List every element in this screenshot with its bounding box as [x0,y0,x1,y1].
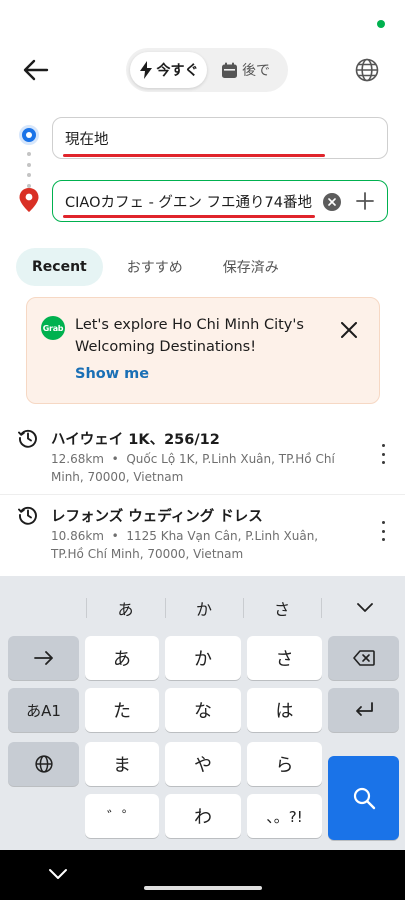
promo-card: Grab Let's explore Ho Chi Minh City's We… [26,297,380,404]
arrow-right-icon [33,651,53,665]
key-ya[interactable]: や [165,742,241,786]
chevron-down-icon [49,869,67,879]
annotation-underline [63,153,325,157]
input-mode-key[interactable]: あA1 [8,688,79,732]
show-me-link[interactable]: Show me [75,366,149,382]
key-wa[interactable]: わ [165,794,241,838]
key-ta[interactable]: た [85,688,159,732]
status-indicator-dot [377,20,385,28]
japanese-keyboard: あ か さ あ か さ あA1 た な は ま や ら ゛゜ わ 、。?! [0,576,405,850]
promo-close-button[interactable] [337,318,361,342]
search-icon [353,787,375,810]
key-ka[interactable]: か [165,636,241,680]
now-label: 今すぐ [156,63,199,79]
recent-list: ハイウェイ 1K、256/12 12.68km • Quốc Lộ 1K, P.… [0,418,405,570]
backspace-key[interactable] [328,636,399,680]
arrow-left-icon [23,59,49,81]
hide-keyboard-button[interactable] [44,862,72,886]
tab-saved[interactable]: 保存済み [207,248,295,286]
grab-logo: Grab [41,316,65,340]
back-button[interactable] [20,54,52,86]
origin-field[interactable]: 現在地 [52,117,388,159]
language-button[interactable] [351,54,383,86]
tab-recommended[interactable]: おすすめ [111,248,199,286]
now-option[interactable]: 今すぐ [130,52,207,88]
more-options-button[interactable] [379,521,387,541]
promo-message: Let's explore Ho Chi Minh City's Welcomi… [75,317,304,355]
calendar-icon [222,62,237,78]
list-item-title: レフォンズ ウェディング ドレス [51,509,263,525]
annotation-underline [63,214,315,218]
key-ra[interactable]: ら [247,742,322,786]
suggestion-item[interactable]: あ [86,590,165,626]
chevron-down-icon [357,603,373,612]
list-item-subtitle: 10.86km • 1125 Kha Vạn Cân, P.Linh Xuân,… [51,529,319,561]
key-ma[interactable]: ま [85,742,159,786]
plus-icon [356,192,374,210]
cursor-right-key[interactable] [8,636,79,680]
key-sa[interactable]: さ [247,636,322,680]
key-na[interactable]: な [165,688,241,732]
globe-icon [34,755,53,773]
history-clock-icon [18,429,37,448]
clear-destination-button[interactable] [323,193,341,211]
key-a[interactable]: あ [85,636,159,680]
key-ha[interactable]: は [247,688,322,732]
origin-value: 現在地 [63,128,325,157]
system-nav-bar [0,850,405,900]
more-options-button[interactable] [379,444,387,464]
dakuten-key[interactable]: ゛゜ [85,794,159,838]
destination-field[interactable]: CIAOカフェ - グエン フエ通り74番地 [52,180,388,222]
route-connector [27,152,31,188]
clear-icon [328,198,336,206]
list-item-subtitle: 12.68km • Quốc Lộ 1K, P.Linh Xuân, TP.Hồ… [51,452,335,484]
top-bar: 今すぐ 後で [0,48,405,92]
return-icon [355,702,373,716]
list-item[interactable]: ハイウェイ 1K、256/12 12.68km • Quốc Lộ 1K, P.… [0,418,405,494]
list-item-title: ハイウェイ 1K、256/12 [51,432,220,448]
time-toggle: 今すぐ 後で [126,48,288,92]
home-handle[interactable] [144,886,262,890]
destination-pin-icon [19,188,39,216]
newline-key[interactable] [328,688,399,732]
destination-value: CIAOカフェ - グエン フエ通り74番地 [63,191,315,218]
globe-icon [355,58,379,82]
punctuation-key[interactable]: 、。?! [247,794,322,838]
later-label: 後で [242,63,270,79]
route-inputs: 現在地 CIAOカフェ - グエン フエ通り74番地 [0,116,405,224]
language-switch-key[interactable] [8,742,79,786]
tab-recent[interactable]: Recent [16,248,103,286]
add-stop-button[interactable] [353,189,377,213]
expand-suggestions-button[interactable] [330,590,400,626]
suggestion-bar: あ か さ [0,590,405,626]
history-clock-icon [18,506,37,525]
backspace-icon [352,650,375,666]
suggestion-item[interactable]: さ [243,590,321,626]
list-item[interactable]: レフォンズ ウェディング ドレス 10.86km • 1125 Kha Vạn … [0,494,405,570]
location-tabs: Recent おすすめ 保存済み [16,248,295,286]
later-option[interactable]: 後で [207,52,284,88]
suggestion-item[interactable]: か [165,590,243,626]
close-icon [341,322,357,338]
lightning-icon [139,61,152,79]
search-key[interactable] [328,756,399,840]
origin-pin-icon [19,125,39,145]
